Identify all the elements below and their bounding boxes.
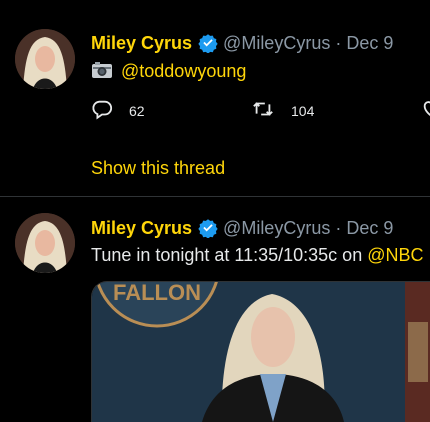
tweet-header: Miley Cyrus @MileyCyrus · Dec 9 — [91, 216, 393, 240]
author-handle[interactable]: @MileyCyrus — [223, 216, 330, 240]
action-bar: 62 104 — [91, 98, 430, 122]
avatar[interactable] — [15, 29, 75, 89]
show-thread-link[interactable]: Show this thread — [91, 156, 225, 180]
author-name[interactable]: Miley Cyrus — [91, 31, 192, 55]
mention-link[interactable]: @toddowyoung — [121, 61, 246, 81]
verified-icon — [198, 33, 218, 53]
retweet-icon — [251, 98, 275, 123]
reply-icon — [91, 98, 113, 123]
camera-icon — [91, 60, 113, 86]
retweet-button[interactable]: 104 — [251, 98, 314, 123]
tweet[interactable]: Miley Cyrus @MileyCyrus · Dec 9 Tune in … — [0, 197, 430, 422]
fallon-sign: FALLON — [113, 282, 201, 305]
verified-icon — [198, 218, 218, 238]
avatar[interactable] — [15, 213, 75, 273]
reply-button[interactable]: 62 — [91, 98, 145, 123]
tweet-date[interactable]: Dec 9 — [346, 31, 393, 55]
tweet[interactable]: Miley Cyrus @MileyCyrus · Dec 9 @toddowy… — [0, 0, 430, 197]
tweet-date[interactable]: Dec 9 — [346, 216, 393, 240]
tweet-media[interactable]: FALLON — [91, 281, 430, 422]
tweet-header: Miley Cyrus @MileyCyrus · Dec 9 — [91, 31, 393, 55]
retweet-count: 104 — [291, 102, 315, 119]
like-button[interactable] — [421, 98, 430, 123]
like-icon — [421, 98, 430, 123]
tweet-text: Tune in tonight at 11:35/10:35c on @NBC — [91, 243, 424, 267]
separator: · — [335, 218, 342, 238]
reply-count: 62 — [129, 102, 145, 119]
tweet-text: @toddowyoung — [91, 59, 246, 86]
separator: · — [335, 33, 342, 53]
author-handle[interactable]: @MileyCyrus — [223, 31, 330, 55]
tweet-body: Tune in tonight at 11:35/10:35c on — [91, 245, 368, 265]
mention-link[interactable]: @NBC — [367, 245, 423, 265]
author-name[interactable]: Miley Cyrus — [91, 216, 192, 240]
